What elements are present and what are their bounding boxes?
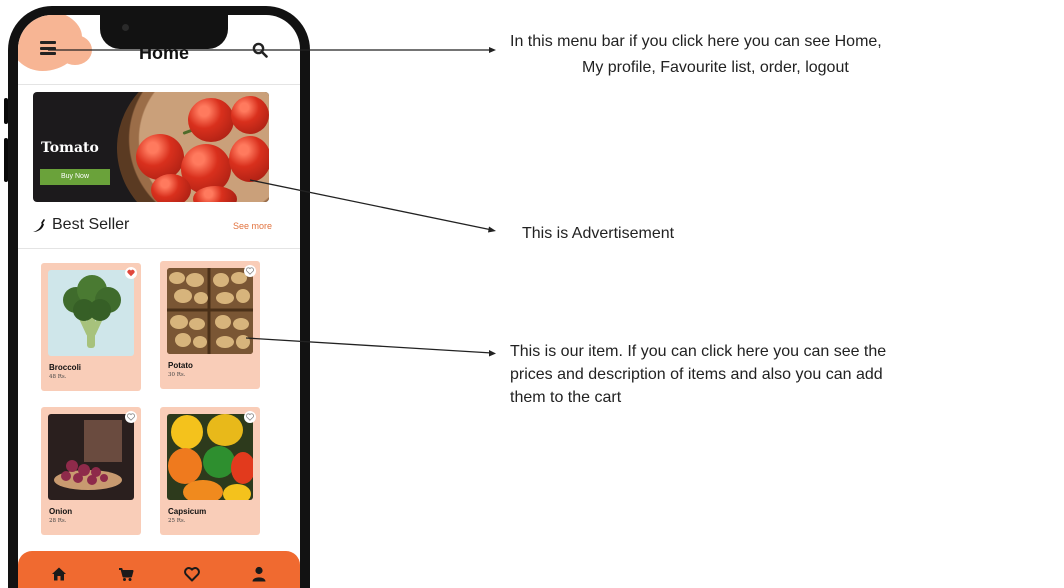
capsicum-image: [167, 414, 253, 500]
buy-now-button[interactable]: Buy Now: [40, 169, 110, 185]
item-name: Potato: [168, 361, 193, 370]
broccoli-image: [48, 270, 134, 356]
chili-icon: [33, 219, 45, 232]
item-annotation-line-3: them to the cart: [510, 389, 622, 406]
see-more-link[interactable]: See more: [233, 221, 272, 231]
item-card-onion[interactable]: Onion 28 Rs.: [41, 407, 141, 535]
item-card-capsicum[interactable]: Capsicum 25 Rs.: [160, 407, 260, 535]
advertisement-title: Tomato: [41, 140, 99, 156]
favourite-heart-icon[interactable]: [244, 265, 256, 277]
favourite-heart-icon[interactable]: [125, 267, 137, 279]
menu-icon[interactable]: [40, 41, 56, 55]
item-price: 48 Rs.: [49, 374, 67, 380]
cart-icon[interactable]: [117, 565, 135, 583]
bottom-navigation: [18, 551, 300, 588]
favourite-heart-icon[interactable]: [244, 411, 256, 423]
user-icon[interactable]: [250, 565, 268, 583]
item-name: Broccoli: [49, 363, 82, 372]
heart-icon[interactable]: [183, 565, 201, 583]
item-price: 25 Rs.: [168, 518, 186, 524]
onion-image: [48, 414, 134, 500]
tomato-image: [229, 136, 269, 182]
phone-notch: [100, 15, 228, 49]
tomato-image: [188, 98, 234, 142]
phone-side-button: [4, 98, 8, 124]
tomato-image: [151, 174, 191, 202]
decorative-blob: [58, 35, 92, 65]
potato-image: [167, 268, 253, 354]
phone-frame: Home Tomato Buy Now Best Seller See more…: [4, 6, 310, 588]
app-screen: Home Tomato Buy Now Best Seller See more…: [18, 15, 300, 588]
advertisement-banner[interactable]: Tomato Buy Now: [33, 92, 269, 202]
item-name: Capsicum: [168, 507, 207, 516]
advertisement-annotation: This is Advertisement: [522, 225, 675, 242]
menu-annotation-line-1: In this menu bar if you click here you c…: [510, 33, 882, 50]
tomato-image: [136, 134, 184, 180]
item-card-potato[interactable]: Potato 30 Rs.: [160, 261, 260, 389]
item-annotation-line-2: prices and description of items and also…: [510, 366, 883, 383]
item-price: 28 Rs.: [49, 518, 67, 524]
favourite-heart-icon[interactable]: [125, 411, 137, 423]
item-card-broccoli[interactable]: Broccoli 48 Rs.: [41, 263, 141, 391]
tomato-image: [231, 96, 269, 134]
phone-side-button: [4, 138, 8, 182]
item-name: Onion: [49, 507, 73, 516]
divider: [18, 248, 300, 249]
item-annotation-line-1: This is our item. If you can click here …: [510, 343, 887, 360]
menu-annotation-line-2: My profile, Favourite list, order, logou…: [582, 59, 849, 76]
best-seller-title: Best Seller: [52, 216, 130, 233]
home-icon[interactable]: [50, 565, 68, 583]
search-icon[interactable]: [252, 42, 268, 58]
item-price: 30 Rs.: [168, 372, 186, 378]
best-seller-header: Best Seller See more: [32, 215, 272, 237]
